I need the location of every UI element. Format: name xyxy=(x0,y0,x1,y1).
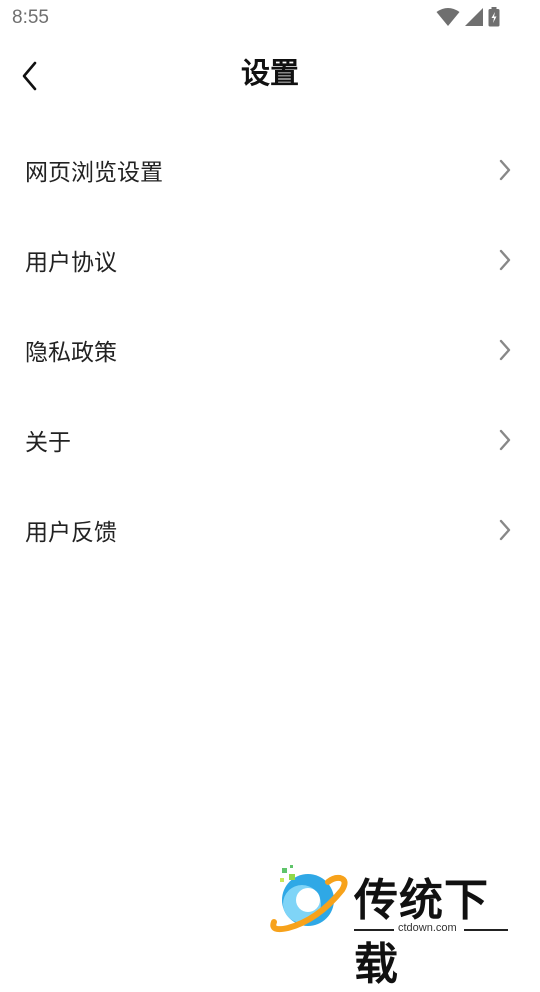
chevron-right-icon xyxy=(498,429,512,451)
chevron-right-icon xyxy=(498,519,512,541)
settings-item-label: 用户反馈 xyxy=(25,520,117,546)
settings-item-label: 关于 xyxy=(25,430,71,456)
signal-icon xyxy=(464,7,484,27)
battery-charging-icon xyxy=(488,7,500,27)
settings-item-label: 隐私政策 xyxy=(25,340,117,366)
chevron-right-icon xyxy=(498,249,512,271)
settings-item-user-agreement[interactable]: 用户协议 xyxy=(0,215,540,305)
settings-item-feedback[interactable]: 用户反馈 xyxy=(0,485,540,575)
settings-list: 网页浏览设置 用户协议 隐私政策 关于 用户反馈 xyxy=(0,125,540,575)
status-icons xyxy=(436,7,500,27)
settings-item-about[interactable]: 关于 xyxy=(0,395,540,485)
watermark-divider xyxy=(354,929,394,931)
watermark-divider xyxy=(464,929,508,931)
status-time: 8:55 xyxy=(12,7,49,28)
wifi-icon xyxy=(436,7,460,27)
settings-item-label: 网页浏览设置 xyxy=(25,160,163,186)
status-bar: 8:55 xyxy=(0,0,540,36)
watermark: 传统下载 ctdown.com xyxy=(268,862,518,990)
page-title: 设置 xyxy=(240,56,299,90)
ctdown-logo-icon xyxy=(268,862,348,940)
settings-item-web-browsing[interactable]: 网页浏览设置 xyxy=(0,125,540,215)
header: 设置 xyxy=(0,40,540,110)
settings-item-privacy-policy[interactable]: 隐私政策 xyxy=(0,305,540,395)
settings-item-label: 用户协议 xyxy=(25,250,117,276)
chevron-right-icon xyxy=(498,339,512,361)
chevron-right-icon xyxy=(498,159,512,181)
watermark-url: ctdown.com xyxy=(398,922,457,934)
